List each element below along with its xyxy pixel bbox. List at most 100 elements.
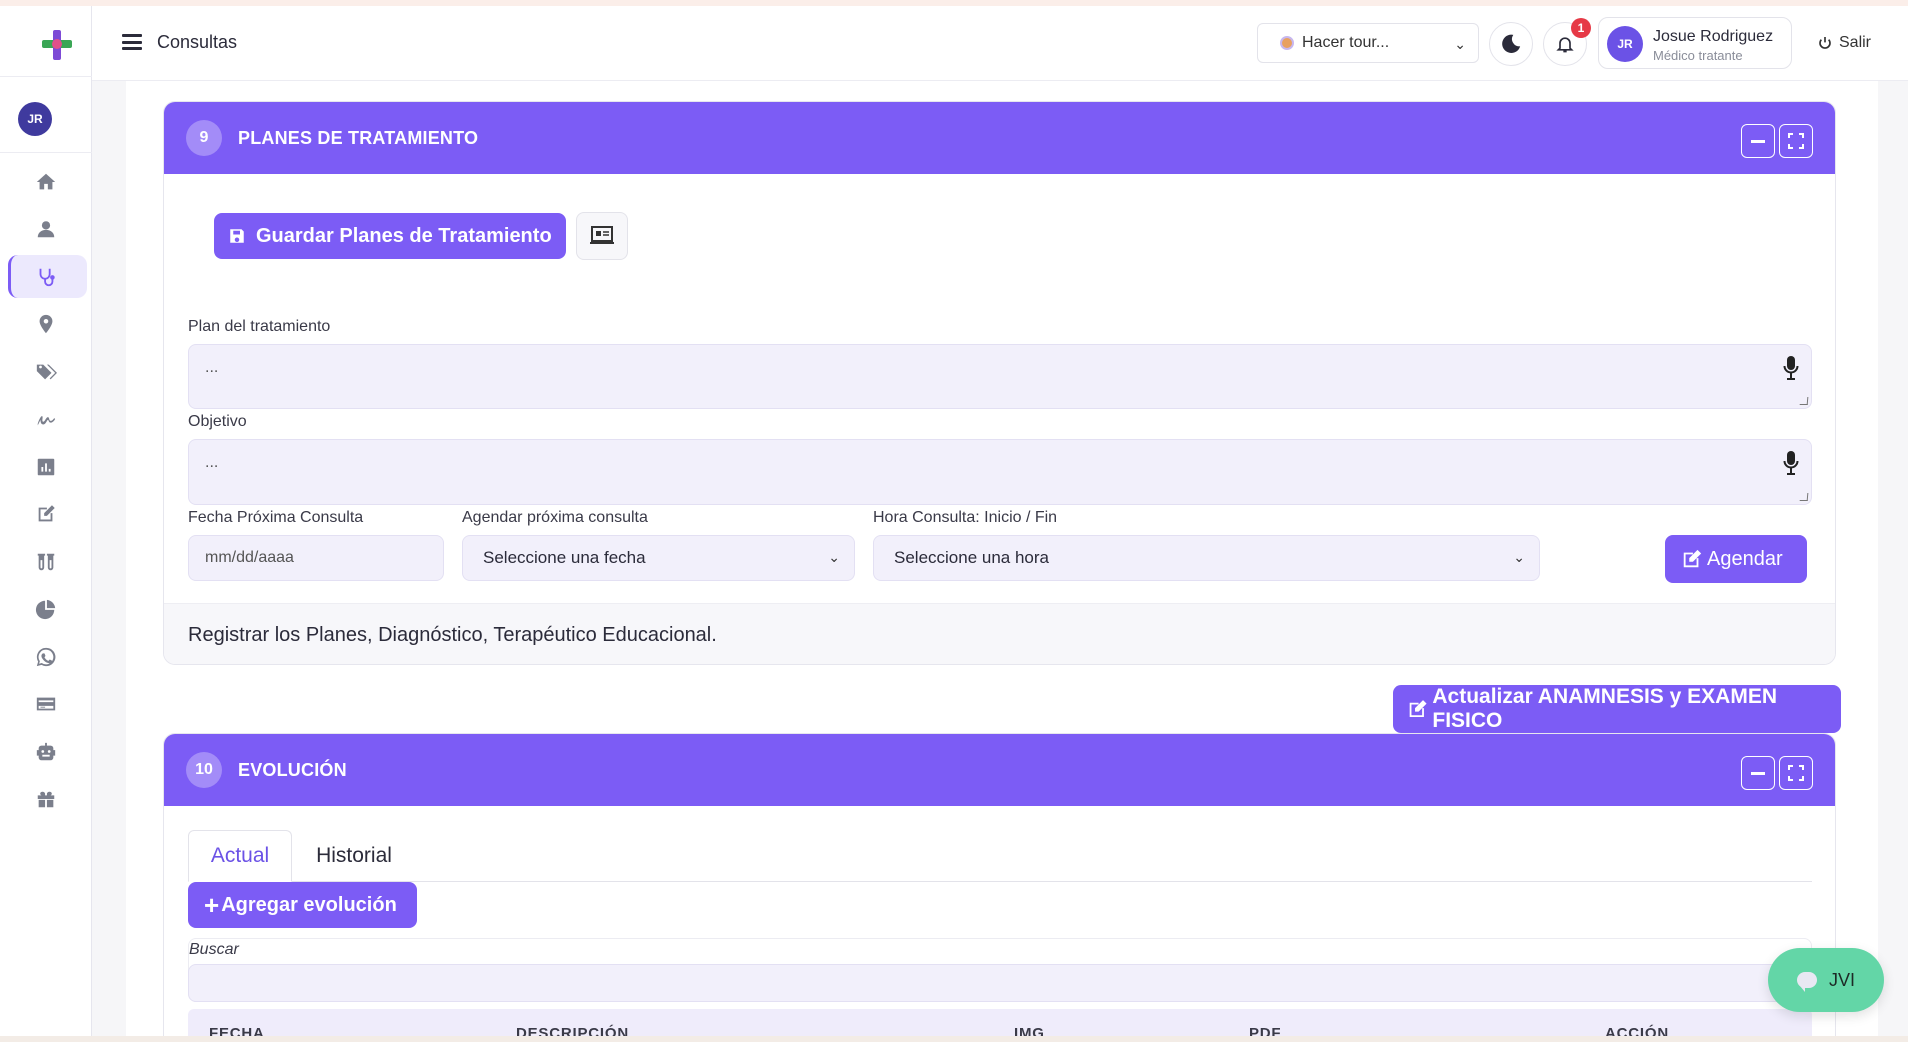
hora-label: Hora Consulta: Inicio / Fin xyxy=(873,509,1058,526)
hora-select-value: Seleccione una hora xyxy=(894,548,1050,567)
page-title: Consultas xyxy=(157,32,238,52)
logout-label: Salir xyxy=(1839,34,1872,51)
tab-historial[interactable]: Historial xyxy=(292,830,416,882)
signature-icon xyxy=(37,416,56,426)
tour-select[interactable]: Hacer tour... ⌄ xyxy=(1257,23,1479,63)
add-evolucion-label: Agregar evolución xyxy=(221,893,397,916)
plan-textarea[interactable]: ... xyxy=(188,344,1812,409)
logout-button[interactable]: Salir xyxy=(1817,34,1871,52)
sidebar-item-gifts[interactable] xyxy=(0,776,92,824)
resize-handle[interactable] xyxy=(1799,397,1809,405)
stethoscope-icon xyxy=(39,268,55,286)
objetivo-textarea[interactable]: ... xyxy=(188,439,1812,505)
step-number: 10 xyxy=(186,752,222,788)
test-tubes-icon xyxy=(37,553,55,570)
notifications-badge: 1 xyxy=(1571,18,1591,38)
resize-handle[interactable] xyxy=(1799,493,1809,501)
bar-chart-icon xyxy=(37,458,55,475)
fecha-placeholder: mm/dd/aaaa xyxy=(205,549,294,566)
edit-icon xyxy=(1409,700,1427,718)
fecha-label: Fecha Próxima Consulta xyxy=(188,509,364,526)
sidebar-item-locations[interactable] xyxy=(0,301,92,349)
search-input[interactable] xyxy=(188,964,1812,1002)
whatsapp-icon xyxy=(36,647,56,666)
sidebar-item-signature[interactable] xyxy=(0,396,92,444)
sidebar-item-bot[interactable] xyxy=(0,728,92,776)
pie-chart-icon xyxy=(35,600,56,620)
tour-select-value: Hacer tour... xyxy=(1302,34,1390,51)
sidebar-item-home[interactable] xyxy=(0,158,92,206)
plan-label: Plan del tratamiento xyxy=(188,318,331,335)
home-icon xyxy=(36,173,56,190)
chat-bubble-icon xyxy=(1796,972,1817,992)
top-header: Consultas Hacer tour... ⌄ 1 JR Josue Rod… xyxy=(92,6,1908,81)
dark-mode-toggle[interactable] xyxy=(1489,22,1533,66)
sidebar-avatar[interactable]: JR xyxy=(18,102,52,136)
fecha-input[interactable]: mm/dd/aaaa xyxy=(188,535,444,581)
objetivo-label: Objetivo xyxy=(188,413,247,430)
save-icon xyxy=(230,229,244,243)
expand-icon xyxy=(1788,133,1804,149)
user-role: Médico tratante xyxy=(1653,48,1743,63)
chat-widget-button[interactable]: JVI xyxy=(1768,948,1884,1012)
tags-icon xyxy=(36,364,57,380)
plus-icon: + xyxy=(204,890,220,920)
sidebar-item-tags[interactable] xyxy=(0,348,92,396)
chevron-down-icon: ⌄ xyxy=(1513,549,1525,565)
minus-icon xyxy=(1751,139,1765,143)
tab-actual[interactable]: Actual xyxy=(188,830,292,882)
edit-icon xyxy=(1683,549,1702,568)
evolucion-card-header: 10 EVOLUCIÓN xyxy=(164,734,1835,806)
tour-icon xyxy=(1280,36,1294,50)
sidebar-item-whatsapp[interactable] xyxy=(0,633,92,681)
chat-widget-label: JVI xyxy=(1828,969,1855,990)
avatar: JR xyxy=(1607,26,1643,62)
app-logo[interactable] xyxy=(40,28,74,62)
planes-card-footer: Registrar los Planes, Diagnóstico, Terap… xyxy=(164,603,1835,664)
preview-button[interactable] xyxy=(576,212,628,260)
credit-card-icon xyxy=(36,697,56,711)
sidebar-nav xyxy=(0,158,92,823)
menu-toggle-icon[interactable] xyxy=(122,34,142,50)
sidebar-item-lab[interactable] xyxy=(0,538,92,586)
sidebar-item-payments[interactable] xyxy=(0,681,92,729)
microphone-icon[interactable] xyxy=(1783,450,1799,476)
map-pin-icon xyxy=(39,315,53,334)
actualizar-label: Actualizar ANAMNESIS y EXAMEN FISICO xyxy=(1432,685,1777,732)
expand-button[interactable] xyxy=(1779,756,1813,790)
sidebar-item-patients[interactable] xyxy=(0,206,92,254)
plan-value: ... xyxy=(205,359,219,376)
user-menu[interactable]: JR Josue Rodriguez Médico tratante xyxy=(1598,17,1792,69)
agendar-button[interactable]: Agendar xyxy=(1665,535,1807,583)
presentation-icon xyxy=(590,226,614,244)
bottom-strip xyxy=(0,1036,1908,1042)
microphone-icon[interactable] xyxy=(1783,355,1799,381)
hora-select[interactable]: Seleccione una hora ⌄ xyxy=(873,535,1540,581)
chevron-down-icon: ⌄ xyxy=(1454,36,1466,52)
expand-button[interactable] xyxy=(1779,124,1813,158)
minus-icon xyxy=(1751,771,1765,775)
planes-card-header: 9 PLANES DE TRATAMIENTO xyxy=(164,102,1835,174)
actualizar-anamnesis-button[interactable]: Actualizar ANAMNESIS y EXAMEN FISICO xyxy=(1393,685,1841,733)
user-name: Josue Rodriguez xyxy=(1653,28,1774,45)
sidebar-item-stats[interactable] xyxy=(0,586,92,634)
card-title: EVOLUCIÓN xyxy=(238,760,347,780)
moon-icon xyxy=(1502,34,1521,53)
chevron-down-icon: ⌄ xyxy=(828,549,840,565)
sidebar-item-reports[interactable] xyxy=(0,443,92,491)
save-planes-button[interactable]: Guardar Planes de Tratamiento xyxy=(214,213,566,259)
sidebar-item-consultas[interactable] xyxy=(0,253,92,301)
expand-icon xyxy=(1788,765,1804,781)
agendar-select[interactable]: Seleccione una fecha ⌄ xyxy=(462,535,855,581)
power-icon xyxy=(1819,37,1831,49)
edit-icon xyxy=(38,505,55,522)
search-label: Buscar xyxy=(189,941,239,958)
collapse-button[interactable] xyxy=(1741,124,1775,158)
agendar-label-text: Agendar xyxy=(1707,547,1783,570)
collapse-button[interactable] xyxy=(1741,756,1775,790)
gift-icon xyxy=(37,791,55,808)
card-title: PLANES DE TRATAMIENTO xyxy=(238,128,479,148)
robot-icon xyxy=(36,742,56,760)
sidebar-item-edit[interactable] xyxy=(0,491,92,539)
add-evolucion-button[interactable]: + Agregar evolución xyxy=(188,882,417,928)
